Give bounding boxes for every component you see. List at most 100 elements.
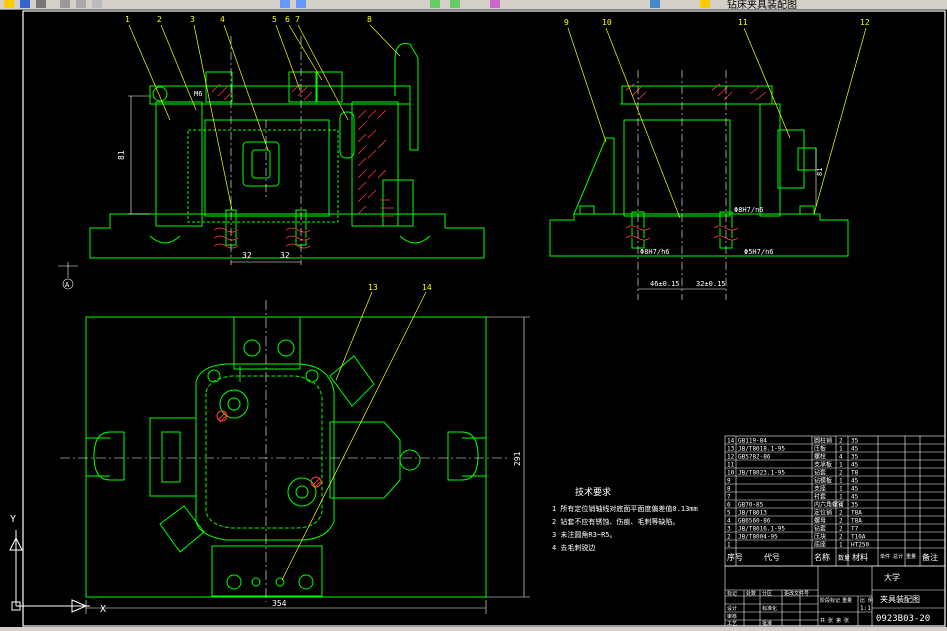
bom-cell-code: JB/T8013 (738, 510, 767, 517)
undo-icon[interactable] (280, 0, 290, 8)
fit-2: Φ5H7/n6 (744, 248, 774, 256)
tb-stage: 阶段标记 (820, 597, 840, 604)
copy-icon[interactable] (76, 0, 86, 8)
paste-icon[interactable] (92, 0, 102, 8)
bom-cell-name: 钻模板 (814, 477, 832, 485)
bom-cell-qty: 2 (839, 470, 843, 477)
side-plate (621, 85, 773, 105)
bom-cell-mat: T7 (851, 526, 859, 533)
title-block: 标记 处数 分区 更改文件号 设计 标准化 审核 工艺 批准 阶段标记 重量 比… (724, 565, 946, 627)
bom-cell-mat: 45 (851, 494, 859, 501)
bom-cell-name: 支座 (814, 485, 826, 493)
front-balloon-labels: 1 2 3 4 5 6 7 8 (125, 15, 372, 24)
print-icon[interactable] (36, 0, 46, 8)
tb-label-review: 审核 (727, 613, 737, 620)
bom-cell-qty: 2 (839, 510, 843, 517)
bom-cell-code: GB5782-86 (738, 454, 771, 461)
side-clamp (777, 129, 805, 189)
save-icon[interactable] (20, 0, 30, 8)
balloon-10: 10 (602, 18, 612, 27)
bushing-left (205, 71, 233, 103)
bom-cell-mat: 45 (851, 478, 859, 485)
zoom-icon[interactable] (450, 0, 460, 8)
bom-h-no: 序号 (727, 552, 743, 562)
front-dims (58, 36, 302, 290)
bom-h-name: 名称 (814, 552, 830, 562)
bom-cell-qty: 1 (839, 542, 843, 549)
bom-cell-code: JB/T8018.1-95 (738, 446, 785, 453)
bom-cell-mat: 45 (851, 462, 859, 469)
cut-icon[interactable] (60, 0, 70, 8)
bom-cell-qty: 2 (839, 526, 843, 533)
top-dim-text: 354 291 (272, 451, 522, 608)
dim-81-side: 81 (816, 168, 824, 176)
ucs-x: X (100, 604, 106, 615)
properties-icon[interactable] (490, 0, 500, 8)
bom-cell-mat: T8 (851, 470, 859, 477)
top-bushing-r (287, 477, 317, 507)
bom-cell-mat: T8A (851, 510, 862, 517)
bom-cell-code: GB119-84 (738, 438, 767, 445)
slot-left (93, 431, 125, 481)
bom-cell-no: 13 (727, 446, 735, 453)
bom-cell-qty: 1 (839, 446, 843, 453)
bom-cell-mat: 45 (851, 486, 859, 493)
bom-cell-qty: 1 (839, 462, 843, 469)
bom-cell-name: 螺母 (814, 517, 826, 525)
slot-right (447, 431, 479, 481)
bom-cell-no: 1 (727, 542, 731, 549)
bom-cell-no: 11 (727, 462, 735, 469)
bom-cell-mat: HT250 (851, 542, 869, 549)
side-hatch (625, 83, 767, 241)
bom-cell-code: GB6560-86 (738, 518, 771, 525)
balloon-11: 11 (738, 18, 748, 27)
bom-cell-no: 12 (727, 454, 735, 461)
column-bolt-r (277, 339, 295, 357)
top-balloon-labels: 13 14 (368, 283, 432, 292)
help-icon[interactable] (700, 0, 710, 8)
pan-icon[interactable] (430, 0, 440, 8)
tb-drawing-name: 夹具装配图 (880, 594, 920, 604)
bom-cell-no: 6 (727, 502, 731, 509)
tb-label-standard: 标准化 (762, 605, 777, 612)
bom-cell-qty: 1 (839, 478, 843, 485)
balloon-7: 7 (295, 15, 300, 24)
tb-label-design: 设计 (727, 605, 737, 612)
bom-h-mat: 材料 (852, 552, 868, 562)
drawing-canvas[interactable]: 81 32 32 M6 A 1 2 3 4 5 6 7 8 46±0.15 32… (0, 9, 947, 627)
column-bolt-l (243, 339, 261, 357)
balloon-14: 14 (422, 283, 432, 292)
dim-32-right: 32 (280, 251, 290, 260)
right-column (351, 101, 399, 227)
tb-label-zone: 分区 (762, 590, 772, 597)
bom-cell-code: JB/T8023.1-95 (738, 470, 785, 477)
tb-label-count: 处数 (746, 590, 756, 597)
pin-left (152, 86, 168, 102)
tech-item-1: 1 所有定位销轴线对底面平面度偏差值0.13mm (552, 504, 698, 513)
clamp-right (329, 421, 401, 499)
redo-icon[interactable] (296, 0, 306, 8)
bom-cell-mat: 35 (851, 454, 859, 461)
open-icon[interactable] (4, 0, 14, 8)
bom-cell-qty: 1 (839, 494, 843, 501)
front-hatch (211, 83, 394, 249)
bom-cell-mat: 35 (851, 502, 859, 509)
bom-h-qty: 数量 (838, 554, 850, 562)
tb-drawing-no: 0923B03-20 (876, 614, 930, 624)
ucs-y: Y (10, 514, 16, 525)
dim-32-left: 32 (242, 251, 252, 260)
balloon-4: 4 (220, 15, 225, 24)
bom-cell-mat: 35 (851, 438, 859, 445)
bom-cell-name: 圆柱销 (814, 437, 832, 445)
drill-plate (149, 85, 411, 105)
bom-cell-name: 底座 (814, 541, 826, 549)
datum-label: A (65, 281, 70, 289)
layer-icon[interactable] (650, 0, 660, 8)
bom-cell-name: 钻套 (814, 469, 826, 477)
side-view (549, 85, 849, 257)
clamp-left (149, 417, 197, 497)
tb-scale-label: 比 例 (860, 597, 873, 604)
bom-cell-qty: 4 (839, 454, 843, 461)
drawing-frame (22, 10, 946, 627)
top-hatch (216, 410, 322, 489)
